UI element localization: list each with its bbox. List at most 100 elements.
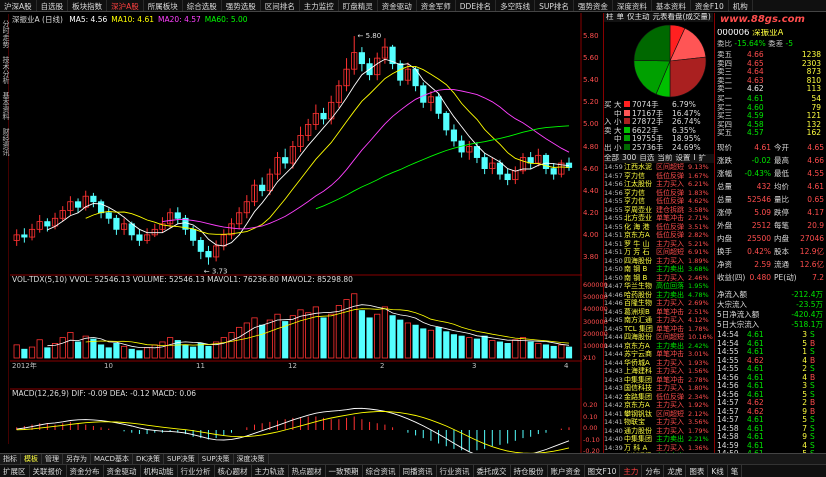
bottom-bar-item[interactable]: 主力	[620, 465, 643, 477]
flow-tab[interactable]: 当前	[657, 154, 672, 162]
top-menu-item[interactable]: 板块指数	[68, 0, 108, 11]
bottom-bar-item[interactable]: 持仓股份	[511, 465, 548, 477]
bottom-bar-item[interactable]: 资金驱动	[104, 465, 141, 477]
event-row[interactable]: 14:56江太股份 主力买入 6.21%	[604, 180, 714, 189]
asks-row[interactable]: 卖一 4.62 113	[717, 85, 825, 94]
bottom-bar-item[interactable]: 一致预期	[326, 465, 363, 477]
event-row[interactable]: 14:46百隆生物 主力买入 2.69%	[604, 299, 714, 308]
event-row[interactable]: 14:40通力股份 主力买入 1.79%	[604, 427, 714, 436]
top-menu-item[interactable]: 盯盘精灵	[339, 0, 378, 11]
asks-row[interactable]: 卖四 4.65 2303	[717, 60, 825, 69]
indicator-tab[interactable]: MACD基本	[91, 454, 133, 464]
event-row[interactable]: 14:55亨力信 低位反弹 4.62%	[604, 197, 714, 206]
bids-row[interactable]: 买四 4.58 132	[717, 121, 825, 130]
event-row[interactable]: 14:51京东方A 低位反弹 2.82%	[604, 231, 714, 240]
flow-tab[interactable]: I	[693, 154, 695, 162]
top-menu-item[interactable]: 机构	[729, 0, 753, 11]
top-menu-item[interactable]: 强势选股	[222, 0, 261, 11]
event-row[interactable]: 14:43国信科技 主力买入 1.80%	[604, 384, 714, 393]
bottom-bar-item[interactable]: 扩展区	[0, 465, 30, 477]
bottom-bar-item[interactable]: 同播资讯	[400, 465, 437, 477]
kline-svg[interactable]: ← 5.80← 3.732012年 10 11 12 2 3 4	[10, 13, 582, 453]
top-menu-item[interactable]: 深沪A股	[107, 0, 144, 11]
indicator-tab[interactable]: 另存为	[63, 454, 91, 464]
event-row[interactable]: 14:55化 海 港低位反弹 3.51%	[604, 223, 714, 232]
event-row[interactable]: 14:47华兰生物 高位回落 1.95%	[604, 282, 714, 291]
top-menu-item[interactable]: 深度资料	[613, 0, 652, 11]
event-row[interactable]: 14:44华侨城A 主力买入 1.93%	[604, 359, 714, 368]
indicator-tabs[interactable]: 指标 模板 管理 另存为 MACD基本 DK决策 SUP决策 SUP决策 深度决策	[0, 453, 826, 464]
top-menu-item[interactable]: 基本资料	[652, 0, 691, 11]
bottom-bar-item[interactable]: 图表	[686, 465, 709, 477]
event-row[interactable]: 14:56亨力信 低位反弹 1.83%	[604, 189, 714, 198]
event-row[interactable]: 14:51罗 牛 山主力买入 5.21%	[604, 240, 714, 249]
flow-tab[interactable]: 设置	[675, 154, 690, 162]
bottom-bar-item[interactable]: 账户资金	[548, 465, 585, 477]
top-menu-item[interactable]: 资金F10	[691, 0, 729, 11]
bottom-bar-item[interactable]: 资金分布	[67, 465, 104, 477]
indicator-tab[interactable]: 管理	[42, 454, 63, 464]
flow-tab[interactable]: 全部	[604, 154, 619, 162]
flow-header-item[interactable]: 仅主动	[627, 13, 650, 21]
event-row[interactable]: 14:59江西水泥 区间超短 9.13%	[604, 163, 714, 172]
event-row[interactable]: 14:50四海股份 主力买入 1.89%	[604, 257, 714, 266]
top-menu-item[interactable]: 资金驱动	[378, 0, 417, 11]
event-row[interactable]: 14:50南 钢 B 主力卖出 3.68%	[604, 265, 714, 274]
bottom-function-bar[interactable]: 扩展区 关联报价 资金分布 资金驱动 机构动能 行业分析 核心题材 主力轨迹 热点题材 一致预期综…	[0, 464, 826, 477]
top-menu-item[interactable]: DDE排名	[456, 0, 497, 11]
top-menu-item[interactable]: 区间排名	[261, 0, 300, 11]
event-row[interactable]: 14:45葛洲坝B 单笔冲击 2.51%	[604, 308, 714, 317]
bottom-bar-item[interactable]: 分布	[642, 465, 665, 477]
bids-row[interactable]: 买一 4.61 54	[717, 95, 825, 104]
event-row[interactable]: 14:42京东方A 主力买入 1.92%	[604, 401, 714, 410]
top-menu-item[interactable]: 自选股	[37, 0, 69, 11]
top-menu-item[interactable]: 沪深A股	[0, 0, 37, 11]
indicator-tab[interactable]: 指标	[0, 454, 21, 464]
asks-row[interactable]: 卖五 4.66 1238	[717, 51, 825, 60]
indicator-tab[interactable]: DK决策	[133, 454, 164, 464]
bottom-bar-item[interactable]: 行业资讯	[437, 465, 474, 477]
bottom-bar-item[interactable]: 图文F10	[585, 465, 621, 477]
event-row[interactable]: 14:51万 芳 石区间超短 6.91%	[604, 248, 714, 257]
flow-tab[interactable]: 自选	[639, 154, 654, 162]
flow-tab[interactable]: 300	[622, 154, 636, 162]
top-menu-item[interactable]: 主力监控	[300, 0, 339, 11]
bids-row[interactable]: 买二 4.60 79	[717, 104, 825, 113]
bottom-bar-item[interactable]: 委托成交	[474, 465, 511, 477]
event-row[interactable]: 14:44苏宁云商 单笔冲击 3.01%	[604, 350, 714, 359]
indicator-tab[interactable]: 模板	[21, 454, 42, 464]
event-row[interactable]: 14:57亨力信 低位反弹 1.67%	[604, 172, 714, 181]
bottom-bar-item[interactable]: K线	[708, 465, 728, 477]
event-row[interactable]: 14:43上海建科 主力买入 1.56%	[604, 367, 714, 376]
asks-row[interactable]: 卖三 4.64 873	[717, 68, 825, 77]
event-row[interactable]: 14:43中集集团 单笔冲击 2.78%	[604, 376, 714, 385]
bottom-bar-item[interactable]: 关联报价	[30, 465, 67, 477]
top-menu-item[interactable]: 综合选股	[183, 0, 222, 11]
bottom-bar-item[interactable]: 综合资讯	[363, 465, 400, 477]
bids-row[interactable]: 买五 4.57 162	[717, 129, 825, 138]
flow-header-item[interactable]: 柱	[606, 13, 614, 21]
bottom-bar-item[interactable]: 笔	[728, 465, 743, 477]
flow-header-item[interactable]: 元表看盘(成交量)	[653, 13, 711, 21]
indicator-tab[interactable]: SUP决策	[164, 454, 199, 464]
bottom-bar-item[interactable]: 机构动能	[141, 465, 178, 477]
kline-chart-area[interactable]: 深振业A (日线) MA5: 4.56 MA10: 4.61 MA20: 4.57 M…	[10, 13, 582, 453]
event-row[interactable]: 14:45TCL 集团 单笔冲击 1.78%	[604, 325, 714, 334]
event-row[interactable]: 14:39万 科 A 主力买入 1.36%	[604, 444, 714, 453]
top-menu-item[interactable]: 多空阵线	[496, 0, 536, 11]
event-row[interactable]: 14:55亨周壶业 建仓拆跳 3.58%	[604, 206, 714, 215]
event-row[interactable]: 14:45南方汇通 主力买入 4.12%	[604, 316, 714, 325]
bottom-bar-item[interactable]: 行业分析	[178, 465, 215, 477]
top-menu-item[interactable]: 所属板块	[144, 0, 183, 11]
event-row[interactable]: 14:44四海股份 区间超短 10.16%	[604, 333, 714, 342]
event-row[interactable]: 14:41物联宝 主力买入 3.56%	[604, 418, 714, 427]
flow-tab[interactable]: 扩	[699, 154, 707, 162]
indicator-tab[interactable]: 深度决策	[234, 454, 269, 464]
bids-row[interactable]: 买三 4.59 121	[717, 112, 825, 121]
flow-header-item[interactable]: 单	[617, 13, 625, 21]
event-row[interactable]: 14:41攀钢钒钛 区间超短 2.12%	[604, 410, 714, 419]
flow-tabs[interactable]: 全部 300 自选 当前 设置 I 扩	[604, 154, 714, 163]
event-row[interactable]: 14:44京东方A 主力卖出 2.42%	[604, 342, 714, 351]
bottom-bar-item[interactable]: 主力轨迹	[252, 465, 289, 477]
bottom-bar-item[interactable]: 核心题材	[215, 465, 252, 477]
